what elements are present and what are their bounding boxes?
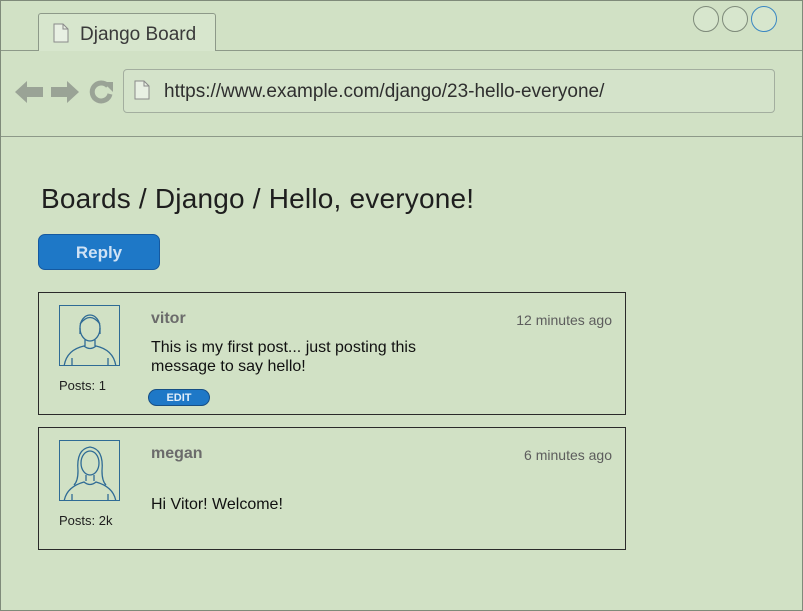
post-timestamp: 6 minutes ago [524, 447, 612, 463]
male-avatar-icon [59, 305, 120, 366]
female-avatar-icon [59, 440, 120, 501]
post-card: Posts: 2k megan 6 minutes ago Hi Vitor! … [38, 427, 626, 550]
posts-count: Posts: 1 [59, 378, 106, 393]
post-message: This is my first post... just posting th… [151, 339, 416, 375]
browser-window: Django Board https://www.example.com/dja… [0, 0, 803, 611]
forward-arrow-icon[interactable] [50, 79, 80, 105]
navigation-bar: https://www.example.com/django/23-hello-… [1, 51, 802, 137]
tab-bar: Django Board [1, 1, 802, 51]
reply-button[interactable]: Reply [38, 234, 160, 270]
edit-button[interactable]: EDIT [148, 389, 210, 406]
post-timestamp: 12 minutes ago [516, 312, 612, 328]
post-card: Posts: 1 vitor 12 minutes ago This is my… [38, 292, 626, 415]
post-message: Hi Vitor! Welcome! [151, 496, 283, 513]
circle-icon[interactable] [693, 6, 719, 32]
document-icon [134, 80, 150, 100]
circle-icon[interactable] [722, 6, 748, 32]
post-username[interactable]: megan [151, 445, 203, 463]
back-arrow-icon[interactable] [14, 79, 44, 105]
browser-tab[interactable]: Django Board [38, 13, 216, 51]
breadcrumb-title: Boards / Django / Hello, everyone! [41, 183, 475, 214]
document-icon [53, 23, 69, 43]
refresh-icon[interactable] [88, 79, 114, 105]
address-bar[interactable]: https://www.example.com/django/23-hello-… [123, 69, 775, 113]
circle-icon[interactable] [751, 6, 777, 32]
posts-count: Posts: 2k [59, 513, 113, 528]
tab-title: Django Board [80, 24, 197, 45]
url-text: https://www.example.com/django/23-hello-… [164, 81, 605, 102]
post-username[interactable]: vitor [151, 310, 186, 328]
